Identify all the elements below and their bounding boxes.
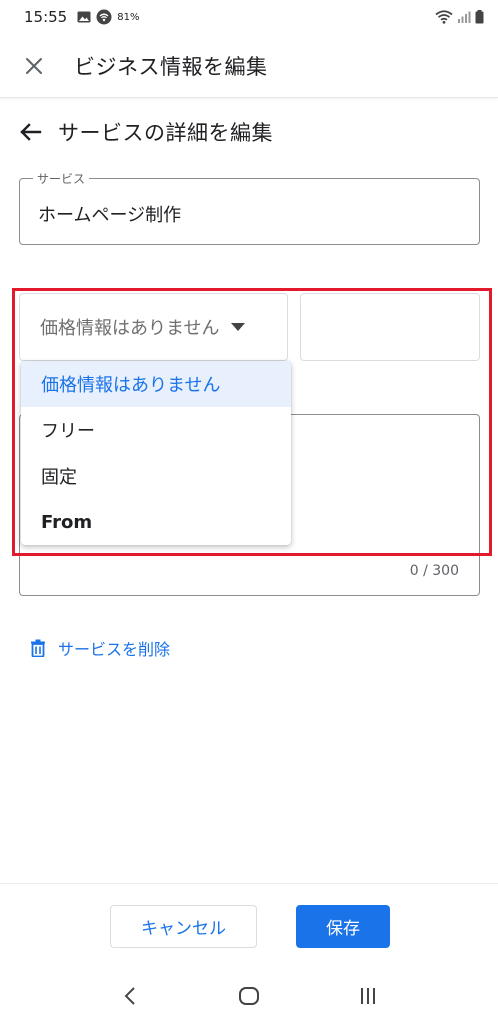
chevron-left-icon [124, 986, 135, 1005]
section-title: サービスの詳細を編集 [58, 121, 273, 145]
system-nav-bar [0, 967, 498, 1024]
trash-icon [31, 639, 45, 657]
sub-header: サービスの詳細を編集 [16, 114, 273, 150]
nav-home-button[interactable] [229, 976, 269, 1016]
service-name-field[interactable]: サービス ホームページ制作 [19, 170, 480, 245]
highlight-box [12, 288, 492, 556]
close-button[interactable] [20, 52, 48, 80]
nav-back-button[interactable] [110, 976, 150, 1016]
battery-icon [475, 10, 484, 24]
delete-service-label: サービスを削除 [58, 640, 171, 659]
image-notification-icon [77, 11, 91, 23]
close-icon [26, 57, 42, 74]
signal-icon [458, 11, 471, 23]
save-button[interactable]: 保存 [296, 905, 390, 948]
arrow-back-icon [20, 123, 42, 141]
home-icon [238, 986, 259, 1005]
page-title: ビジネス情報を編集 [74, 54, 268, 79]
footer-actions: キャンセル 保存 [0, 883, 498, 967]
service-field-label: サービス [33, 170, 90, 187]
cancel-button[interactable]: キャンセル [110, 905, 257, 948]
hotspot-icon [96, 9, 112, 25]
service-field-value: ホームページ制作 [38, 205, 182, 226]
app-bar: ビジネス情報を編集 [0, 34, 498, 98]
recents-icon [361, 987, 376, 1004]
wifi-icon [435, 10, 453, 24]
screen: 15:55 81% ビジネス情報を編集 サービスの詳細を編集 サービス ホームペ… [0, 0, 498, 1024]
status-time: 15:55 [24, 8, 68, 26]
status-bar: 15:55 81% [0, 0, 498, 34]
back-button[interactable] [16, 118, 44, 146]
nav-recents-button[interactable] [348, 976, 388, 1016]
character-counter: 0 / 300 [409, 563, 459, 579]
battery-percent-text: 81% [117, 11, 140, 23]
delete-service-link[interactable]: サービスを削除 [30, 634, 170, 662]
